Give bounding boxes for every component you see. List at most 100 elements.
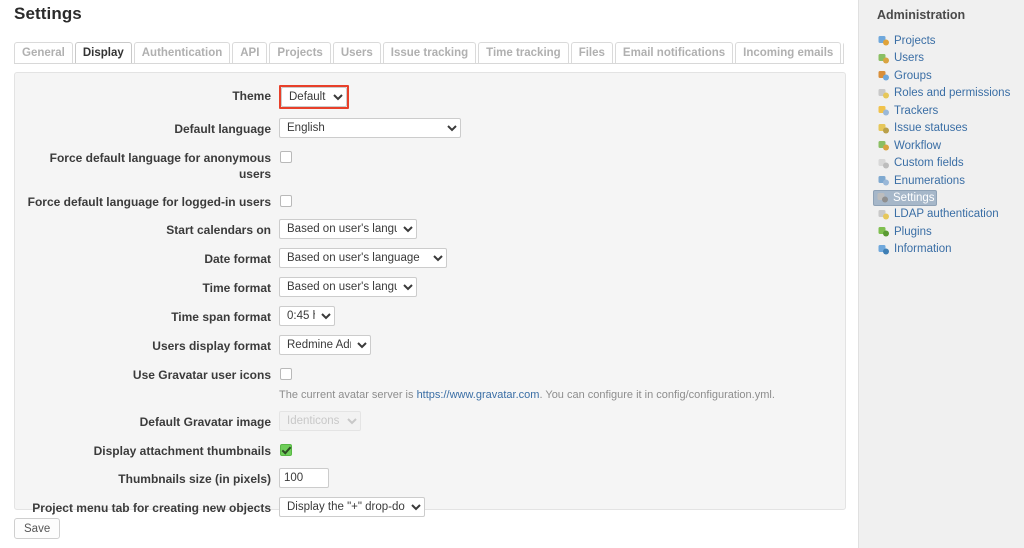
force-anonymous-label: Force default language for anonymous use… [15, 147, 279, 182]
tab-display[interactable]: Display [75, 42, 132, 63]
gravatar-helper-spacer [15, 386, 279, 389]
plugins-icon [877, 225, 894, 238]
display-thumbnails-checkbox[interactable] [280, 444, 292, 456]
default-gravatar-control: IdenticonsMonster idsMystery manRetroWav… [279, 411, 361, 431]
tab-email-notifications[interactable]: Email notifications [615, 42, 733, 63]
sidebar-item-label: Plugins [894, 226, 932, 238]
start-calendars-select[interactable]: Based on user's languageMondaySundaySatu… [279, 219, 417, 239]
sidebar-item-label: Projects [894, 35, 936, 47]
start-calendars-label: Start calendars on [15, 219, 279, 238]
tab-authentication[interactable]: Authentication [134, 42, 231, 63]
tab-users[interactable]: Users [333, 42, 381, 63]
sidebar-item-label: Groups [894, 70, 932, 82]
time-span-format-select[interactable]: 0:45 h0.75 h [279, 306, 335, 326]
sidebar-item-workflow[interactable]: Workflow [874, 137, 1024, 155]
sidebar-item-label: Roles and permissions [894, 87, 1010, 99]
field-row-users-display-format: Users display format Redmine AdminAdmin … [15, 335, 847, 355]
roles-icon [877, 87, 894, 100]
sidebar-item-plugins[interactable]: Plugins [874, 223, 1024, 241]
sidebar-item-label: Trackers [894, 105, 938, 117]
field-row-time-span-format: Time span format 0:45 h0.75 h [15, 306, 847, 326]
gravatar-helper-text: The current avatar server is https://www… [279, 386, 775, 402]
sidebar-item-enumerations[interactable]: Enumerations [874, 172, 1024, 190]
theme-highlight-outline: DefaultAlternateClassic [279, 85, 349, 109]
force-loggedin-label: Force default language for logged-in use… [15, 191, 279, 210]
default-language-control: EnglishFrançaisDeutschEspañol日本語 [279, 118, 461, 138]
admin-sidebar: Administration ProjectsUsersGroupsRoles … [858, 0, 1024, 548]
trackers-icon [877, 104, 894, 117]
theme-control: DefaultAlternateClassic [279, 85, 349, 109]
time-format-control: Based on user's language14:3002:30 pm [279, 277, 417, 297]
settings-tab-bar: GeneralDisplayAuthenticationAPIProjectsU… [14, 42, 844, 64]
tab-incoming-emails[interactable]: Incoming emails [735, 42, 841, 63]
force-anonymous-control [279, 147, 292, 163]
sidebar-item-label: Enumerations [894, 175, 965, 187]
field-row-project-menu-tab: Project menu tab for creating new object… [15, 497, 847, 517]
tab-api[interactable]: API [232, 42, 267, 63]
thumbnails-size-input[interactable] [279, 468, 329, 488]
default-gravatar-select: IdenticonsMonster idsMystery manRetroWav… [279, 411, 361, 431]
sidebar-menu: Projects Users Groups Roles and permissions… [877, 32, 1024, 258]
tab-projects[interactable]: Projects [269, 42, 330, 63]
sidebar-item-custom-fields[interactable]: Custom fields [874, 155, 1024, 173]
information-icon [877, 243, 894, 256]
save-button[interactable]: Save [14, 518, 60, 539]
force-anonymous-checkbox[interactable] [280, 151, 292, 163]
sidebar-item-settings[interactable]: Settings [873, 190, 937, 206]
field-row-use-gravatar: Use Gravatar user icons [15, 364, 847, 383]
sidebar-item-users[interactable]: Users [874, 50, 1024, 68]
time-format-label: Time format [15, 277, 279, 296]
sidebar-item-roles-and-permissions[interactable]: Roles and permissions [874, 85, 1024, 103]
sidebar-item-label: Custom fields [894, 157, 964, 169]
time-span-format-control: 0:45 h0.75 h [279, 306, 335, 326]
sidebar-item-ldap-authentication[interactable]: LDAP authentication [874, 206, 1024, 224]
tab-general[interactable]: General [14, 42, 73, 63]
tab-time-tracking[interactable]: Time tracking [478, 42, 569, 63]
users-display-format-select[interactable]: Redmine AdminAdmin RedmineRedmineadmin [279, 335, 371, 355]
default-language-label: Default language [15, 118, 279, 137]
field-row-force-loggedin: Force default language for logged-in use… [15, 191, 847, 210]
default-language-select[interactable]: EnglishFrançaisDeutschEspañol日本語 [279, 118, 461, 138]
sidebar-item-label: Users [894, 52, 924, 64]
start-calendars-control: Based on user's languageMondaySundaySatu… [279, 219, 417, 239]
theme-select[interactable]: DefaultAlternateClassic [281, 87, 347, 107]
enumerations-icon [877, 174, 894, 187]
sidebar-item-groups[interactable]: Groups [874, 67, 1024, 85]
workflow-icon [877, 139, 894, 152]
project-menu-tab-control: Display the "+" drop-downDisplay the "Ne… [279, 497, 425, 517]
project-menu-tab-select[interactable]: Display the "+" drop-downDisplay the "Ne… [279, 497, 425, 517]
custom-fields-icon [877, 157, 894, 170]
settings-page: Settings GeneralDisplayAuthenticationAPI… [0, 0, 1024, 548]
force-loggedin-checkbox[interactable] [280, 195, 292, 207]
field-row-default-language: Default language EnglishFrançaisDeutschE… [15, 118, 847, 138]
time-format-select[interactable]: Based on user's language14:3002:30 pm [279, 277, 417, 297]
tab-repositories[interactable]: Repositories [843, 42, 844, 63]
date-format-select[interactable]: Based on user's language2025-01-3131/01/… [279, 248, 447, 268]
field-row-theme: Theme DefaultAlternateClassic [15, 85, 847, 109]
thumbnails-size-label: Thumbnails size (in pixels) [15, 468, 279, 487]
field-row-time-format: Time format Based on user's language14:3… [15, 277, 847, 297]
issue-statuses-icon [877, 122, 894, 135]
sidebar-item-information[interactable]: Information [874, 241, 1024, 259]
gravatar-helper-prefix: The current avatar server is [279, 389, 417, 401]
field-row-display-thumbnails: Display attachment thumbnails [15, 440, 847, 459]
tab-files[interactable]: Files [571, 42, 613, 63]
gravatar-server-link[interactable]: https://www.gravatar.com [417, 389, 540, 401]
sidebar-item-label: LDAP authentication [894, 208, 999, 220]
sidebar-item-label: Issue statuses [894, 122, 968, 134]
sidebar-item-issue-statuses[interactable]: Issue statuses [874, 120, 1024, 138]
default-gravatar-label: Default Gravatar image [15, 411, 279, 430]
users-display-format-label: Users display format [15, 335, 279, 354]
users-display-format-control: Redmine AdminAdmin RedmineRedmineadmin [279, 335, 371, 355]
sidebar-item-projects[interactable]: Projects [874, 32, 1024, 50]
project-menu-tab-label: Project menu tab for creating new object… [15, 497, 279, 516]
use-gravatar-label: Use Gravatar user icons [15, 364, 279, 383]
main-content: Settings GeneralDisplayAuthenticationAPI… [0, 0, 858, 548]
thumbnails-size-control [279, 468, 329, 488]
sidebar-item-trackers[interactable]: Trackers [874, 102, 1024, 120]
tab-issue-tracking[interactable]: Issue tracking [383, 42, 476, 63]
date-format-control: Based on user's language2025-01-3131/01/… [279, 248, 447, 268]
gravatar-helper-suffix: . You can configure it in config/configu… [539, 389, 774, 401]
use-gravatar-checkbox[interactable] [280, 368, 292, 380]
field-row-start-calendars: Start calendars on Based on user's langu… [15, 219, 847, 239]
